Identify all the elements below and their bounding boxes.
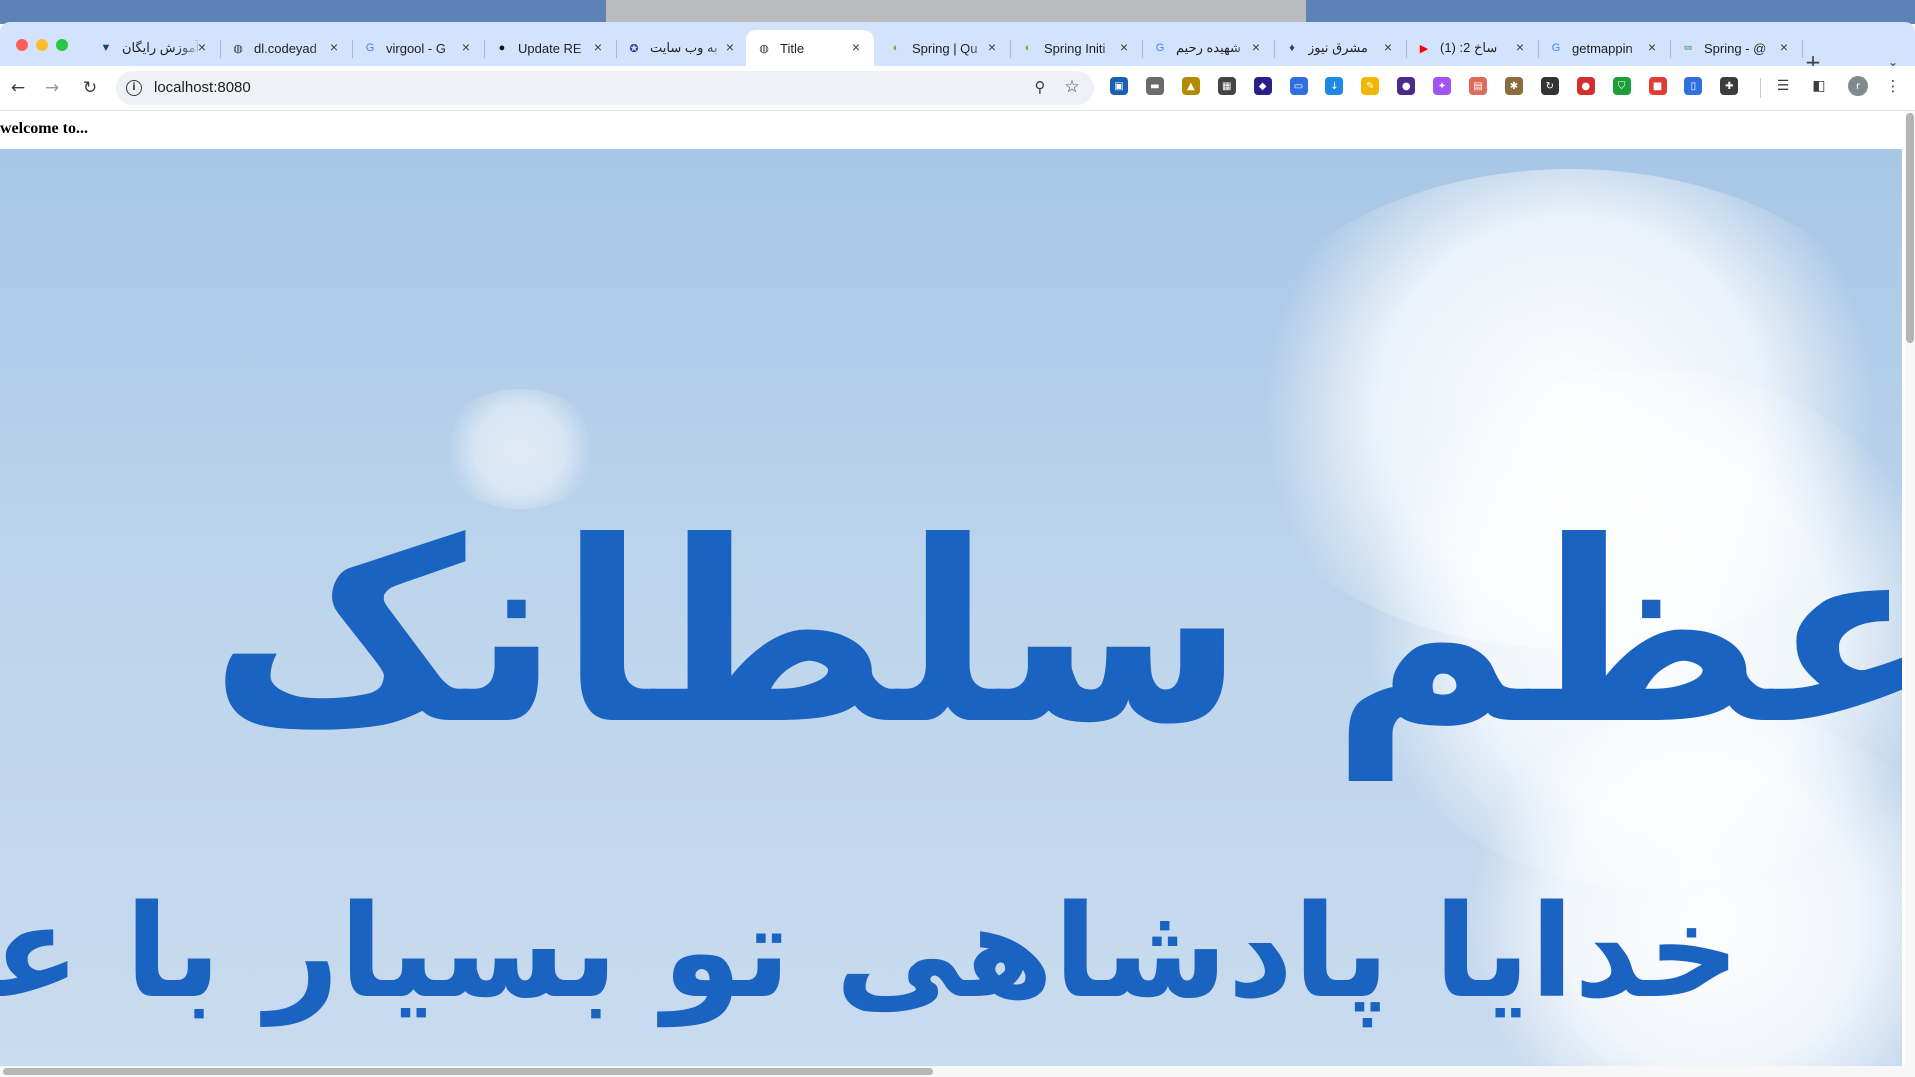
ext-video-icon[interactable]: ■: [1648, 77, 1667, 95]
page-heading: welcome to...: [0, 120, 88, 137]
zoom-window-button[interactable]: [56, 39, 68, 51]
tab-close-icon[interactable]: ×: [848, 39, 864, 55]
ext-bug-icon[interactable]: ✱: [1504, 77, 1523, 95]
ext-tape-icon[interactable]: ▬: [1145, 77, 1164, 95]
ext-download-icon[interactable]: ↓: [1325, 77, 1344, 95]
geeks-icon: ∞: [1684, 42, 1692, 54]
tab-13[interactable]: ∞ Spring - @ ×: [1670, 30, 1803, 66]
tab-title: dl.codeyad: [254, 40, 317, 56]
ext-sparkle-icon[interactable]: ✦: [1433, 77, 1452, 95]
ext-puzzle-icon[interactable]: ✚: [1720, 77, 1739, 95]
tab-title: getmappin: [1572, 40, 1633, 56]
ext-shield-icon[interactable]: ⛉: [1612, 77, 1631, 95]
google-icon: G: [1551, 42, 1561, 54]
star-badge-icon: ✪: [629, 42, 639, 55]
close-window-button[interactable]: [16, 39, 28, 51]
ext-diamond-icon[interactable]: ◆: [1253, 77, 1272, 95]
side-panel-icon[interactable]: ◧: [1810, 77, 1828, 95]
tab-8[interactable]: ◐ Spring Initi ×: [1010, 30, 1143, 66]
tab-6[interactable]: ◍ Title ×: [746, 30, 874, 66]
tab-3[interactable]: Gvirgool - G ×: [352, 30, 485, 66]
ext-info-circle-icon[interactable]: ●: [1397, 77, 1416, 95]
ext-pencil-icon[interactable]: ✎: [1361, 77, 1380, 95]
vertical-scroll-thumb[interactable]: [1906, 113, 1914, 343]
reload-icon[interactable]: ↻: [80, 78, 100, 98]
flame-icon: ♦: [1289, 42, 1295, 54]
github-icon: ●: [498, 42, 506, 54]
tab-close-icon[interactable]: ×: [984, 39, 1000, 55]
tab-title: به وب سایت: [650, 40, 718, 55]
spring-leaf-icon: ◐: [1024, 42, 1032, 54]
tab-2[interactable]: ◍ dl.codeyad ×: [220, 30, 353, 66]
tab-close-icon[interactable]: ×: [1776, 39, 1792, 55]
spring-leaf-icon: ◐: [892, 42, 900, 54]
ext-qr-icon[interactable]: ▦: [1217, 77, 1236, 95]
horizontal-scrollbar[interactable]: [0, 1066, 1915, 1077]
toolbar-divider: [1760, 78, 1761, 98]
reading-list-icon[interactable]: ☰: [1774, 77, 1792, 95]
tab-5[interactable]: ✪ به وب سایت ×: [616, 30, 749, 66]
v-triangle-icon: ▼: [100, 42, 112, 54]
ext-calendar-icon[interactable]: ▤: [1469, 77, 1487, 95]
tab-close-icon[interactable]: ×: [326, 39, 342, 55]
tab-title: Spring | Qu: [912, 40, 978, 56]
globe-icon: ◍: [759, 42, 769, 55]
tab-strip: ▼ آموزش رایگان × ◍ dl.codeyad × Gvirgool - G × ●…: [0, 22, 1915, 72]
tab-11[interactable]: ▶ (1) :2 ساخ ×: [1406, 30, 1539, 66]
ext-landscape-icon[interactable]: ▲: [1181, 77, 1200, 95]
tab-close-icon[interactable]: ×: [590, 39, 606, 55]
ext-sync-icon[interactable]: ↻: [1540, 77, 1559, 95]
forward-arrow-icon[interactable]: →: [42, 78, 62, 98]
tab-10[interactable]: ♦ مشرق نیوز ×: [1274, 30, 1407, 66]
tab-title: شهیده رحیم: [1176, 40, 1241, 55]
tab-title: آموزش رایگان: [122, 40, 200, 55]
globe-icon: ◍: [233, 42, 243, 55]
tab-title: Spring Initi: [1044, 40, 1106, 56]
calligraphy-sub-text: خدایا پادشاهی تو بسیار با عظمت است: [0, 878, 1743, 1027]
tab-title: Update RE: [518, 40, 582, 56]
background-window: [606, 0, 1306, 24]
ext-abp-icon[interactable]: ●: [1576, 77, 1595, 95]
tab-12[interactable]: Ggetmappin ×: [1538, 30, 1671, 66]
youtube-icon: ▶: [1419, 42, 1429, 55]
tab-close-icon[interactable]: ×: [1248, 39, 1264, 55]
vertical-scrollbar[interactable]: [1905, 111, 1915, 1066]
tab-close-icon[interactable]: ×: [194, 39, 210, 55]
tab-1[interactable]: ▼ آموزش رایگان ×: [88, 30, 221, 66]
calligraphy-main-text: عظم سلطانک: [209, 488, 1902, 779]
ext-clipboard-icon[interactable]: ▯: [1684, 77, 1703, 95]
profile-avatar[interactable]: r: [1848, 76, 1868, 96]
ext-blue-square-icon[interactable]: ▣: [1110, 77, 1128, 95]
desktop-background: [0, 0, 1915, 24]
hero-image: عظم سلطانک خدایا پادشاهی تو بسیار با عظم…: [0, 149, 1902, 1066]
tab-title: (1) :2 ساخ: [1440, 40, 1498, 55]
google-icon: G: [1155, 42, 1165, 54]
tab-title: virgool - G: [386, 40, 446, 56]
site-info-icon[interactable]: i: [126, 80, 142, 96]
ext-card-icon[interactable]: ▭: [1289, 77, 1308, 95]
minimize-window-button[interactable]: [36, 39, 48, 51]
tab-9[interactable]: G شهیده رحیم ×: [1142, 30, 1275, 66]
tab-title: مشرق نیوز: [1308, 40, 1368, 55]
tab-4[interactable]: ● Update RE ×: [484, 30, 617, 66]
menu-kebab-icon[interactable]: ⋮: [1884, 77, 1902, 95]
tab-close-icon[interactable]: ×: [458, 39, 474, 55]
zoom-magnifier-icon[interactable]: ⚲: [1030, 78, 1050, 98]
tab-close-icon[interactable]: ×: [1380, 39, 1396, 55]
tab-close-icon[interactable]: ×: [1116, 39, 1132, 55]
address-bar[interactable]: i localhost:8080 ⚲ ☆: [116, 71, 1094, 105]
horizontal-scroll-thumb[interactable]: [3, 1068, 933, 1075]
tab-close-icon[interactable]: ×: [1644, 39, 1660, 55]
tab-title: Spring - @: [1704, 40, 1767, 56]
url-text[interactable]: localhost:8080: [154, 79, 251, 96]
tab-close-icon[interactable]: ×: [722, 39, 738, 55]
back-arrow-icon[interactable]: ←: [8, 78, 28, 98]
tab-7[interactable]: ◐ Spring | Qu ×: [878, 30, 1011, 66]
google-icon: G: [365, 42, 375, 54]
page-viewport: welcome to... عظم سلطانک خدایا پادشاهی ت…: [0, 111, 1905, 1066]
tab-close-icon[interactable]: ×: [1512, 39, 1528, 55]
bookmark-star-icon[interactable]: ☆: [1062, 77, 1082, 97]
